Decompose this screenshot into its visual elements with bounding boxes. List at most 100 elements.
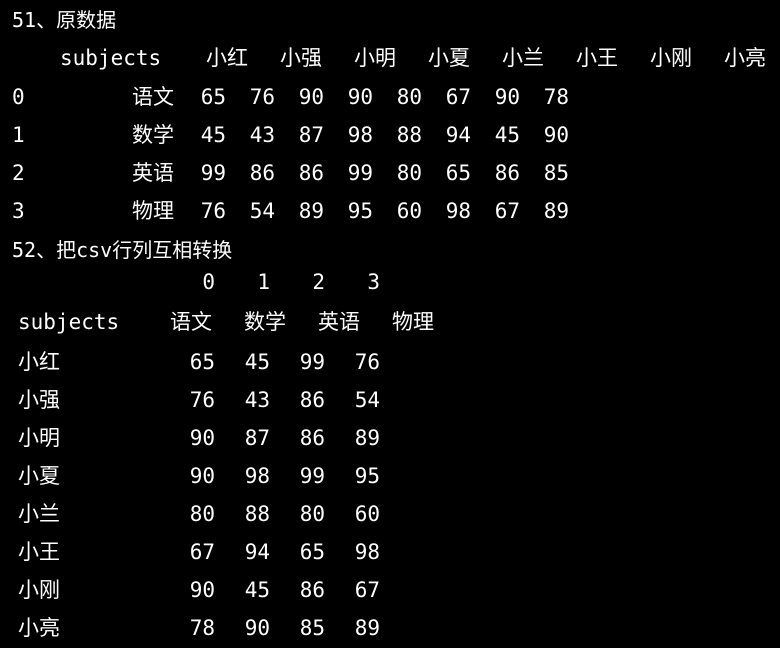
table1-cell: 86 <box>494 161 520 185</box>
table1-cell: 99 <box>347 161 373 185</box>
section-heading-51: 51、原数据 <box>12 8 117 32</box>
table2-cell: 98 <box>244 464 270 488</box>
table2-cell: 54 <box>354 388 380 412</box>
table2-cell: 90 <box>244 616 270 640</box>
table2-cell: 45 <box>244 578 270 602</box>
table1-cell: 78 <box>543 85 569 109</box>
table2-row-label: 小亮 <box>18 616 60 640</box>
table2-cell: 78 <box>189 616 215 640</box>
table1-col-header-0: 小红 <box>206 46 248 70</box>
table1-row-label: 英语 <box>132 161 174 185</box>
table2-col-index: 1 <box>257 270 270 294</box>
table2-cell: 88 <box>244 502 270 526</box>
table1-col-header-4: 小兰 <box>502 46 544 70</box>
table1-cell: 65 <box>200 85 226 109</box>
table1-col-header-1: 小强 <box>280 46 322 70</box>
table2-cell: 95 <box>354 464 380 488</box>
table1-cell: 45 <box>200 123 226 147</box>
table2-col-header-3: 物理 <box>392 310 434 334</box>
table2-cell: 45 <box>244 350 270 374</box>
table1-col-header-3: 小夏 <box>428 46 470 70</box>
table1-cell: 98 <box>445 199 471 223</box>
table1-cell: 60 <box>396 199 422 223</box>
table1-cell: 98 <box>347 123 373 147</box>
table2-cell: 94 <box>244 540 270 564</box>
table1-cell: 54 <box>249 199 275 223</box>
table1-row-index: 0 <box>12 85 25 109</box>
table2-cell: 85 <box>299 616 325 640</box>
table1-cell: 43 <box>249 123 275 147</box>
table2-cell: 98 <box>354 540 380 564</box>
table2-row-label: 小刚 <box>18 578 60 602</box>
table2-label-header: subjects <box>18 310 120 334</box>
table1-cell: 90 <box>543 123 569 147</box>
table1-col-header-5: 小王 <box>576 46 618 70</box>
table2-cell: 99 <box>299 464 325 488</box>
table1-cell: 80 <box>396 85 422 109</box>
table2-cell: 80 <box>189 502 215 526</box>
table2-cell: 90 <box>189 426 215 450</box>
table2-col-header-0: 语文 <box>170 310 212 334</box>
table1-cell: 89 <box>298 199 324 223</box>
table1-cell: 90 <box>347 85 373 109</box>
table1-cell: 67 <box>445 85 471 109</box>
table2-col-header-2: 英语 <box>318 310 360 334</box>
table1-cell: 88 <box>396 123 422 147</box>
table2-cell: 86 <box>299 578 325 602</box>
terminal-screen: 51、原数据 subjects 小红 小强 小明 小夏 小兰 小王 小刚 小亮 … <box>0 0 780 648</box>
table1-cell: 86 <box>298 161 324 185</box>
table2-row-label: 小明 <box>18 426 60 450</box>
table2-cell: 60 <box>354 502 380 526</box>
table2-cell: 67 <box>189 540 215 564</box>
table1-cell: 89 <box>543 199 569 223</box>
table1-col-header-6: 小刚 <box>650 46 692 70</box>
table2-row-label: 小强 <box>18 388 60 412</box>
table2-row-label: 小王 <box>18 540 60 564</box>
table2-cell: 65 <box>299 540 325 564</box>
table1-label-header: subjects <box>60 46 162 70</box>
table2-cell: 89 <box>354 616 380 640</box>
table2-col-index: 2 <box>312 270 325 294</box>
table2-cell: 90 <box>189 464 215 488</box>
table1-col-header-7: 小亮 <box>724 46 766 70</box>
table2-col-header-1: 数学 <box>244 310 286 334</box>
table1-cell: 99 <box>200 161 226 185</box>
table2-row-label: 小红 <box>18 350 60 374</box>
table1-row-index: 1 <box>12 123 25 147</box>
table2-cell: 99 <box>299 350 325 374</box>
table1-row-index: 3 <box>12 199 25 223</box>
table2-cell: 86 <box>299 426 325 450</box>
table1-col-header-2: 小明 <box>354 46 396 70</box>
table2-col-index: 3 <box>367 270 380 294</box>
table1-row-label: 语文 <box>132 85 174 109</box>
table1-cell: 90 <box>298 85 324 109</box>
table1-cell: 45 <box>494 123 520 147</box>
table2-cell: 80 <box>299 502 325 526</box>
table1-row-label: 数学 <box>132 123 174 147</box>
section-heading-52: 52、把csv行列互相转换 <box>12 238 233 262</box>
table2-cell: 67 <box>354 578 380 602</box>
table1-cell: 86 <box>249 161 275 185</box>
table2-cell: 90 <box>189 578 215 602</box>
table2-row-label: 小夏 <box>18 464 60 488</box>
table2-cell: 43 <box>244 388 270 412</box>
table1-cell: 87 <box>298 123 324 147</box>
table2-cell: 76 <box>354 350 380 374</box>
table1-cell: 67 <box>494 199 520 223</box>
table2-cell: 89 <box>354 426 380 450</box>
table2-row-label: 小兰 <box>18 502 60 526</box>
table1-cell: 76 <box>200 199 226 223</box>
table1-row-index: 2 <box>12 161 25 185</box>
table2-cell: 65 <box>189 350 215 374</box>
table1-row-label: 物理 <box>132 199 174 223</box>
table2-cell: 86 <box>299 388 325 412</box>
table1-cell: 76 <box>249 85 275 109</box>
table1-cell: 80 <box>396 161 422 185</box>
table2-cell: 76 <box>189 388 215 412</box>
table1-cell: 85 <box>543 161 569 185</box>
table1-cell: 94 <box>445 123 471 147</box>
table1-cell: 90 <box>494 85 520 109</box>
table1-cell: 65 <box>445 161 471 185</box>
table2-cell: 87 <box>244 426 270 450</box>
table2-col-index: 0 <box>202 270 215 294</box>
